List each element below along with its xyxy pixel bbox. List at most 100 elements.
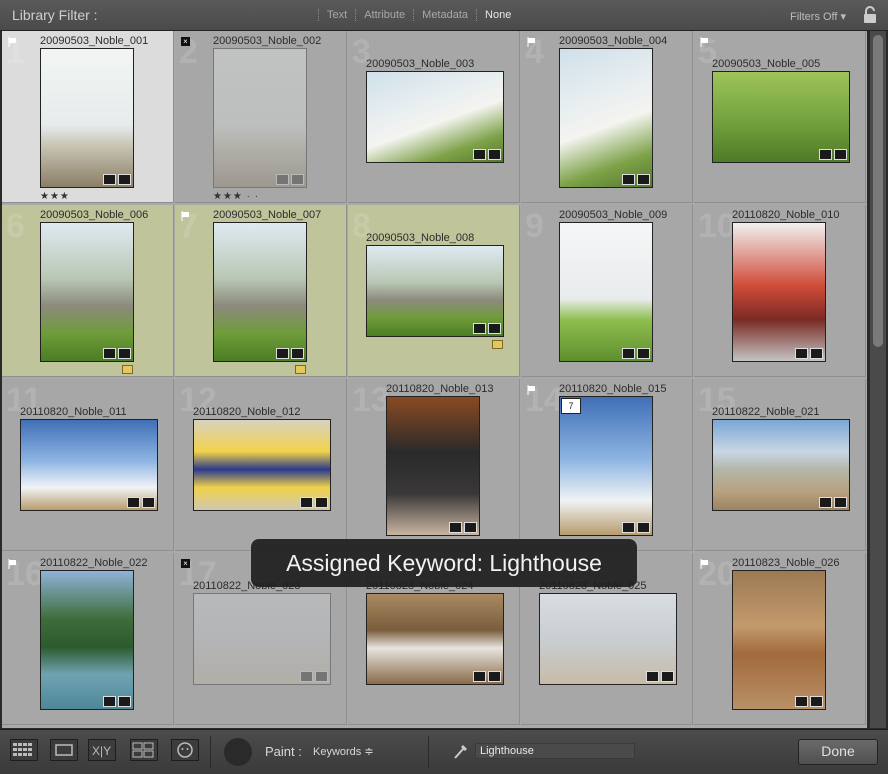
photo-thumbnail[interactable] <box>40 48 134 188</box>
filter-mode-metadata[interactable]: Metadata <box>413 9 476 21</box>
photo-thumbnail[interactable] <box>712 419 850 511</box>
keyword-badge-icon[interactable] <box>473 149 486 160</box>
photo-thumbnail[interactable] <box>366 71 504 163</box>
keyword-badge-icon[interactable] <box>276 174 289 185</box>
keyword-badge-icon[interactable] <box>622 522 635 533</box>
pick-flag-icon[interactable] <box>700 559 709 569</box>
grid-cell[interactable]: 1 20090503_Noble_001 ★★★ <box>2 31 174 203</box>
crop-badge-icon[interactable] <box>661 671 674 682</box>
keyword-badge-icon[interactable] <box>622 174 635 185</box>
keyword-badge-icon[interactable] <box>300 497 313 508</box>
lock-icon[interactable] <box>862 6 878 24</box>
crop-badge-icon[interactable] <box>834 149 847 160</box>
photo-thumbnail[interactable] <box>732 222 826 362</box>
compare-view-button[interactable]: X|Y <box>88 739 116 761</box>
loupe-view-button[interactable] <box>50 739 78 761</box>
grid-cell[interactable]: 4 20090503_Noble_004 <box>521 31 693 203</box>
keyword-badge-icon[interactable] <box>300 671 313 682</box>
yellow-label-icon[interactable] <box>492 340 503 349</box>
photo-thumbnail[interactable] <box>193 593 331 685</box>
pick-flag-icon[interactable] <box>8 37 17 47</box>
done-button[interactable]: Done <box>798 739 878 765</box>
crop-badge-icon[interactable] <box>637 522 650 533</box>
yellow-label-icon[interactable] <box>295 365 306 374</box>
crop-badge-icon[interactable] <box>637 348 650 359</box>
photo-thumbnail[interactable] <box>20 419 158 511</box>
pick-flag-icon[interactable] <box>527 37 536 47</box>
yellow-label-icon[interactable] <box>122 365 133 374</box>
scrollbar-thumb[interactable] <box>873 35 883 347</box>
keyword-badge-icon[interactable] <box>276 348 289 359</box>
keyword-badge-icon[interactable] <box>103 696 116 707</box>
pick-flag-icon[interactable] <box>527 385 536 395</box>
photo-thumbnail[interactable] <box>366 593 504 685</box>
grid-cell[interactable]: 11 20110820_Noble_011 <box>2 379 174 551</box>
crop-badge-icon[interactable] <box>315 497 328 508</box>
reject-flag-icon[interactable]: × <box>181 559 190 568</box>
filter-mode-none[interactable]: None <box>476 9 519 21</box>
crop-badge-icon[interactable] <box>488 671 501 682</box>
crop-badge-icon[interactable] <box>810 696 823 707</box>
photo-thumbnail[interactable] <box>193 419 331 511</box>
photo-thumbnail[interactable] <box>539 593 677 685</box>
grid-cell[interactable]: 12 20110820_Noble_012 <box>175 379 347 551</box>
photo-thumbnail[interactable] <box>386 396 480 536</box>
grid-cell[interactable]: 13 20110820_Noble_013 <box>348 379 520 551</box>
crop-badge-icon[interactable] <box>637 174 650 185</box>
keyword-badge-icon[interactable] <box>646 671 659 682</box>
photo-thumbnail[interactable] <box>40 222 134 362</box>
pick-flag-icon[interactable] <box>181 211 190 221</box>
pick-flag-icon[interactable] <box>700 37 709 47</box>
crop-badge-icon[interactable] <box>834 497 847 508</box>
keyword-badge-icon[interactable] <box>795 348 808 359</box>
grid-cell[interactable]: 3 20090503_Noble_003 <box>348 31 520 203</box>
keyword-badge-icon[interactable] <box>103 348 116 359</box>
filter-mode-attribute[interactable]: Attribute <box>355 9 413 21</box>
keyword-input[interactable]: Lighthouse <box>475 743 635 759</box>
keyword-badge-icon[interactable] <box>819 149 832 160</box>
crop-badge-icon[interactable] <box>118 696 131 707</box>
grid-cell[interactable]: 20 20110823_Noble_026 <box>694 553 866 725</box>
photo-thumbnail[interactable] <box>40 570 134 710</box>
filters-off-dropdown[interactable]: Filters Off ▾ <box>790 10 846 23</box>
grid-cell[interactable]: 10 20110820_Noble_010 <box>694 205 866 377</box>
crop-badge-icon[interactable] <box>464 522 477 533</box>
photo-thumbnail[interactable] <box>213 222 307 362</box>
crop-badge-icon[interactable] <box>810 348 823 359</box>
keyword-badge-icon[interactable] <box>127 497 140 508</box>
photo-thumbnail[interactable] <box>559 48 653 188</box>
crop-badge-icon[interactable] <box>291 174 304 185</box>
crop-badge-icon[interactable] <box>488 149 501 160</box>
keyword-badge-icon[interactable] <box>795 696 808 707</box>
photo-thumbnail[interactable] <box>559 396 653 536</box>
grid-cell[interactable]: 14 20110820_Noble_015 7 <box>521 379 693 551</box>
grid-scrollbar[interactable] <box>870 31 886 728</box>
keyword-badge-icon[interactable] <box>103 174 116 185</box>
grid-cell[interactable]: 6 20090503_Noble_006 <box>2 205 174 377</box>
photo-thumbnail[interactable] <box>213 48 307 188</box>
grid-cell[interactable]: 15 20110822_Noble_021 <box>694 379 866 551</box>
grid-cell[interactable]: 8 20090503_Noble_008 <box>348 205 520 377</box>
grid-cell[interactable]: 5 20090503_Noble_005 <box>694 31 866 203</box>
spray-can-button[interactable] <box>224 738 252 766</box>
paint-dropdown[interactable]: Keywords ≑ <box>313 745 374 758</box>
crop-badge-icon[interactable] <box>315 671 328 682</box>
keyword-badge-icon[interactable] <box>473 671 486 682</box>
pick-flag-icon[interactable] <box>8 559 17 569</box>
star-rating[interactable]: ★★★ · · <box>213 191 259 202</box>
grid-cell[interactable]: 2 20090503_Noble_002 × ★★★ · · <box>175 31 347 203</box>
photo-thumbnail[interactable] <box>732 570 826 710</box>
photo-thumbnail[interactable] <box>712 71 850 163</box>
survey-view-button[interactable] <box>130 739 158 761</box>
grid-cell[interactable]: 16 20110822_Noble_022 <box>2 553 174 725</box>
people-view-button[interactable] <box>171 739 199 761</box>
keyword-badge-icon[interactable] <box>622 348 635 359</box>
stack-count-badge[interactable]: 7 <box>561 398 581 414</box>
photo-thumbnail[interactable] <box>559 222 653 362</box>
keyword-badge-icon[interactable] <box>473 323 486 334</box>
reject-flag-icon[interactable]: × <box>181 37 190 46</box>
crop-badge-icon[interactable] <box>142 497 155 508</box>
photo-thumbnail[interactable] <box>366 245 504 337</box>
keyword-badge-icon[interactable] <box>449 522 462 533</box>
keyword-badge-icon[interactable] <box>819 497 832 508</box>
